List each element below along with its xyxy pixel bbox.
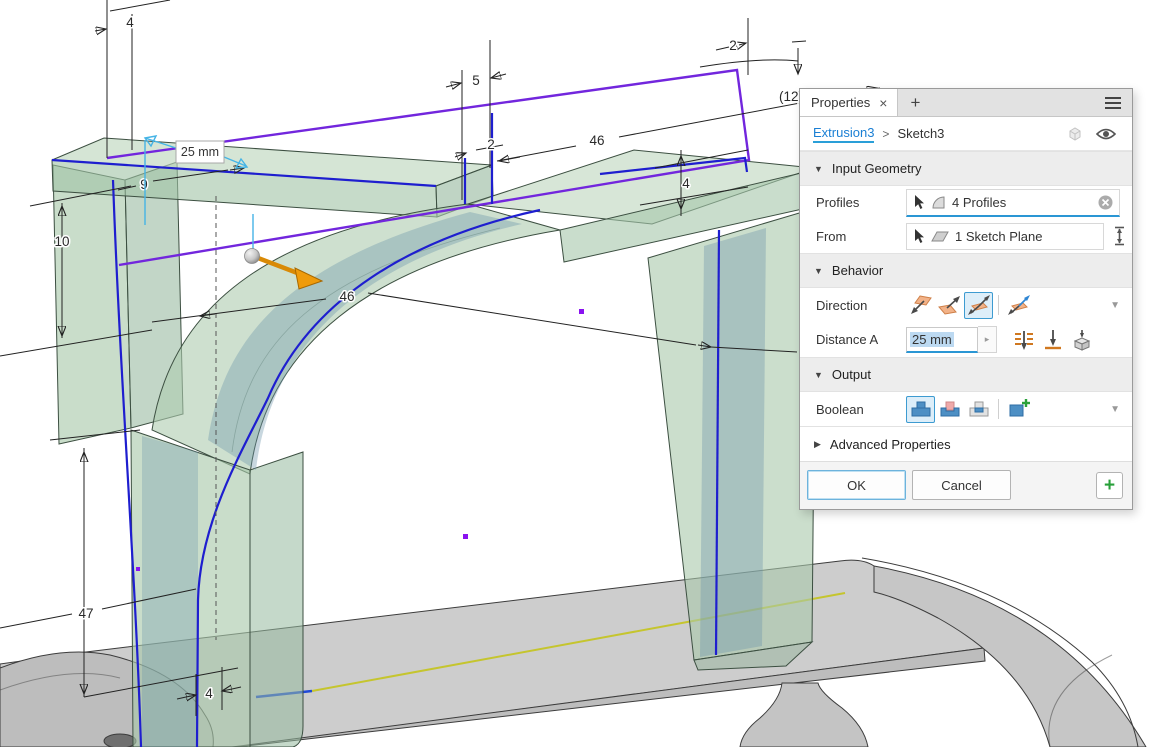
- close-icon[interactable]: ×: [879, 96, 887, 110]
- direction-asymmetric-button[interactable]: [1004, 292, 1033, 319]
- breadcrumb: Extrusion3 > Sketch3: [800, 117, 1132, 151]
- distance-a-value: 25 mm: [910, 332, 954, 347]
- panel-tab-bar: Properties × +: [800, 89, 1132, 117]
- tab-properties[interactable]: Properties ×: [800, 89, 898, 116]
- extent-through-all-button[interactable]: [1009, 326, 1038, 353]
- distance-value-label[interactable]: 25 mm: [176, 141, 224, 163]
- ok-button[interactable]: OK: [807, 470, 906, 500]
- panel-footer: OK Cancel +: [800, 462, 1132, 509]
- dimension-label: 47: [78, 606, 93, 621]
- distance-flyout-button[interactable]: ▸: [978, 326, 997, 353]
- boolean-label: Boolean: [816, 402, 906, 417]
- section-input-geometry[interactable]: ▼ Input Geometry: [800, 151, 1132, 186]
- manipulator-origin-sphere[interactable]: [245, 249, 260, 264]
- profile-icon: [931, 195, 946, 210]
- separator: [998, 399, 999, 419]
- boolean-join-button[interactable]: [906, 396, 935, 423]
- breadcrumb-feature-link[interactable]: Extrusion3: [813, 125, 874, 143]
- from-field[interactable]: 1 Sketch Plane: [906, 223, 1104, 250]
- extent-through-all-icon: [1012, 329, 1036, 351]
- dimension-label: 4: [682, 176, 690, 191]
- section-advanced-properties[interactable]: ▶ Advanced Properties: [800, 426, 1132, 462]
- direction-default-icon: [909, 294, 933, 316]
- panel-menu-button[interactable]: [1094, 89, 1132, 116]
- direction-flip-button[interactable]: [935, 292, 964, 319]
- section-output[interactable]: ▼ Output: [800, 357, 1132, 392]
- flip-measure-icon: [1113, 226, 1126, 246]
- dimension-label: 4: [205, 686, 213, 701]
- boolean-new-solid-button[interactable]: [1004, 396, 1033, 423]
- direction-flip-icon: [938, 294, 962, 316]
- application-window: 4 5 2 46 2 (12) 4 9 10 46 47 4 25 mm: [0, 0, 1156, 747]
- dimension-label: 2: [487, 137, 495, 152]
- hamburger-menu-icon: [1104, 96, 1122, 110]
- collapse-triangle-icon: ▼: [814, 370, 823, 380]
- direction-symmetric-button[interactable]: [964, 292, 993, 319]
- dimension-label: 9: [140, 177, 148, 192]
- breadcrumb-sketch[interactable]: Sketch3: [897, 126, 944, 141]
- extent-to-icon: [1041, 329, 1065, 351]
- breadcrumb-separator: >: [882, 127, 889, 141]
- cursor-icon: [913, 195, 925, 210]
- distance-a-input[interactable]: 25 mm: [906, 327, 978, 353]
- direction-default-button[interactable]: [906, 292, 935, 319]
- row-profiles: Profiles 4 Profiles: [800, 186, 1132, 219]
- expand-triangle-icon: ▶: [814, 439, 821, 450]
- row-direction: Direction: [800, 288, 1132, 322]
- preview-box-icon[interactable]: [1066, 126, 1084, 142]
- cursor-icon: [913, 229, 925, 244]
- boolean-join-icon: [909, 398, 933, 420]
- dimension-label: 46: [339, 289, 354, 304]
- boolean-cut-button[interactable]: [935, 396, 964, 423]
- dimension-label: 2: [729, 38, 737, 53]
- profiles-label: Profiles: [816, 195, 906, 210]
- row-distance-a: Distance A 25 mm ▸: [800, 322, 1132, 357]
- chevron-down-icon[interactable]: ▼: [1110, 404, 1120, 415]
- profiles-field[interactable]: 4 Profiles: [906, 189, 1120, 217]
- boolean-cut-icon: [938, 398, 962, 420]
- direction-asymmetric-icon: [1007, 294, 1031, 316]
- add-feature-button[interactable]: +: [1096, 472, 1123, 499]
- from-label: From: [816, 229, 906, 244]
- row-from: From 1 Sketch Plane: [800, 219, 1132, 253]
- svg-text:25 mm: 25 mm: [181, 145, 219, 159]
- boolean-new-solid-icon: [1007, 398, 1031, 420]
- sketch-plane-icon: [931, 229, 949, 243]
- properties-panel: Properties × + Extrusion3 > Sketch3 ▼ In…: [799, 88, 1133, 510]
- direction-symmetric-icon: [967, 294, 991, 316]
- distance-a-label: Distance A: [816, 332, 906, 347]
- direction-label: Direction: [816, 298, 906, 313]
- extent-to-face-icon: [1070, 329, 1094, 351]
- collapse-triangle-icon: ▼: [814, 266, 823, 276]
- profiles-value: 4 Profiles: [952, 195, 1092, 210]
- eye-icon[interactable]: [1096, 127, 1116, 141]
- flip-measure-button[interactable]: [1113, 226, 1126, 246]
- from-value: 1 Sketch Plane: [955, 229, 1097, 244]
- section-behavior[interactable]: ▼ Behavior: [800, 253, 1132, 288]
- extent-to-button[interactable]: [1038, 326, 1067, 353]
- row-boolean: Boolean ▼: [800, 392, 1132, 426]
- collapse-triangle-icon: ▼: [814, 164, 823, 174]
- new-tab-button[interactable]: +: [898, 89, 932, 116]
- chevron-down-icon[interactable]: ▼: [1110, 300, 1120, 311]
- clear-icon[interactable]: [1098, 195, 1113, 210]
- dimension-label: 4: [126, 15, 134, 30]
- dimension-label: 5: [472, 73, 480, 88]
- tab-title: Properties: [811, 95, 870, 110]
- dimension-label: 46: [589, 133, 604, 148]
- boolean-intersect-icon: [967, 398, 991, 420]
- dimension-label: 10: [54, 234, 69, 249]
- cancel-button[interactable]: Cancel: [912, 470, 1011, 500]
- boolean-intersect-button[interactable]: [964, 396, 993, 423]
- extent-to-face-button[interactable]: [1067, 326, 1096, 353]
- separator: [998, 295, 999, 315]
